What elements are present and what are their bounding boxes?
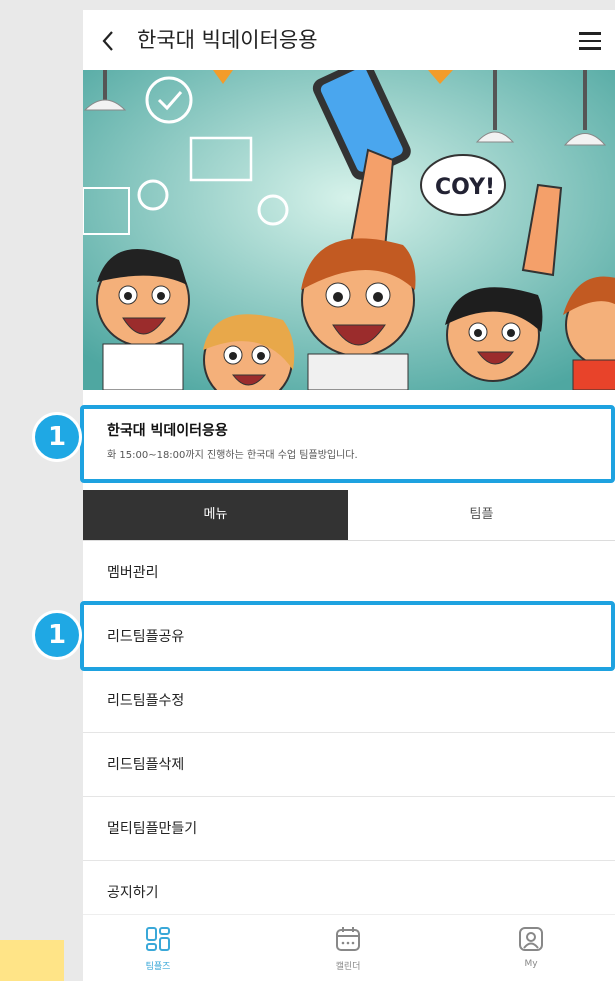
nav-label-calendar: 캘린더 — [335, 962, 361, 972]
menu-list: 멤버관리 리드팀플공유 리드팀플수정 리드팀플삭제 멀티팀플만들기 공지하기 — [83, 541, 615, 925]
nav-teamplays[interactable]: 팀플즈 — [108, 925, 208, 972]
step-badge: 1 — [32, 610, 82, 660]
svg-text:COY!: COY! — [435, 175, 495, 200]
highlight-share-lead-teamplay — [80, 601, 615, 671]
tab-teamplay[interactable]: 팀플 — [348, 490, 615, 540]
menu-item-create-multi-teamplay[interactable]: 멀티팀플만들기 — [83, 797, 615, 861]
menu-item-member-management[interactable]: 멤버관리 — [83, 541, 615, 605]
grid-icon — [146, 927, 170, 951]
hero-illustration: COY! — [83, 70, 615, 390]
top-app-bar: 한국대 빅데이터응용 — [83, 10, 615, 70]
nav-label-my: My — [524, 959, 538, 969]
hamburger-menu-icon — [579, 32, 601, 35]
tab-menu[interactable]: 메뉴 — [83, 490, 348, 540]
chevron-left-icon — [102, 31, 113, 51]
phone-screen: 한국대 빅데이터응용 COY! 한국대 빅데이터응용 화 15:00~18:00… — [83, 10, 615, 981]
page-title: 한국대 빅데이터응용 — [137, 28, 318, 52]
highlight-room-info — [80, 405, 615, 483]
hamburger-menu-button[interactable] — [579, 27, 601, 53]
nav-calendar[interactable]: 캘린더 — [298, 925, 398, 972]
bottom-navigation: 팀플즈 캘린더 My — [83, 914, 615, 981]
decorative-yellow-block — [0, 940, 64, 981]
back-button[interactable] — [101, 25, 125, 55]
nav-my[interactable]: My — [481, 925, 581, 969]
calendar-icon — [336, 927, 360, 951]
hero-image: COY! — [83, 70, 615, 390]
nav-label-teamplays: 팀플즈 — [145, 962, 171, 972]
profile-icon — [519, 927, 543, 951]
menu-item-delete-lead-teamplay[interactable]: 리드팀플삭제 — [83, 733, 615, 797]
tab-bar: 메뉴 팀플 — [83, 490, 615, 541]
menu-item-edit-lead-teamplay[interactable]: 리드팀플수정 — [83, 669, 615, 733]
step-badge: 1 — [32, 412, 82, 462]
